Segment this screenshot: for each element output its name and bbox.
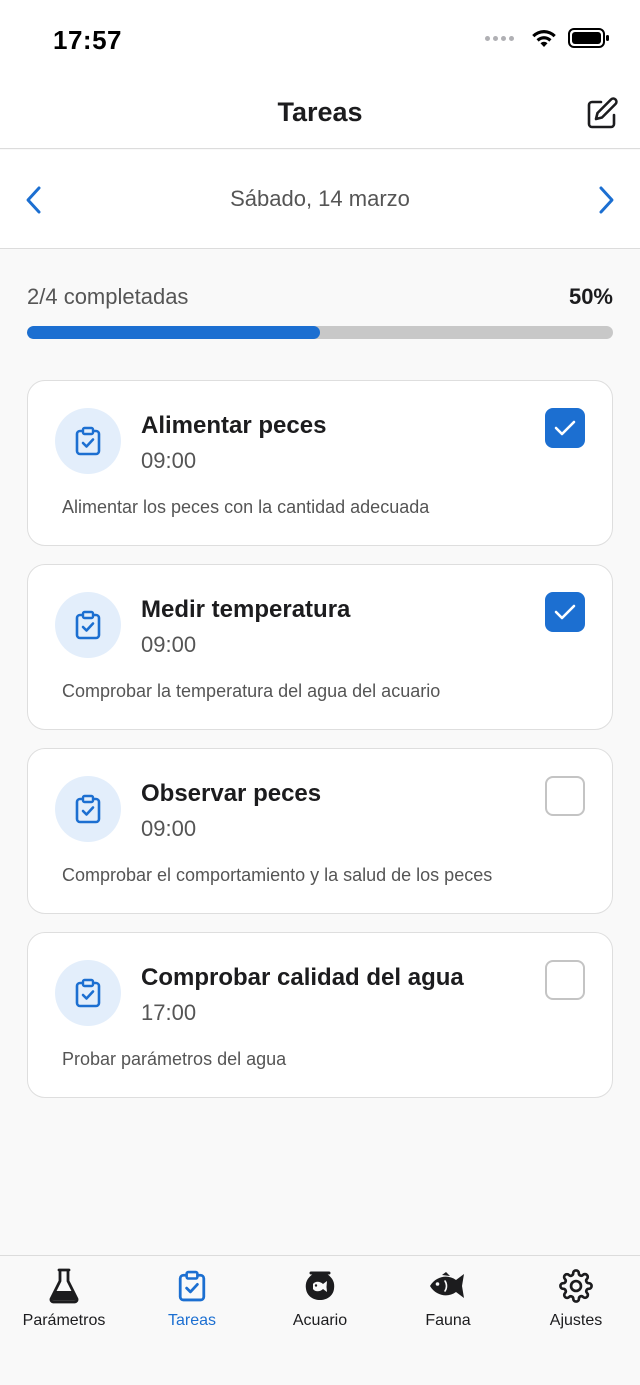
date-navigator: Sábado, 14 marzo xyxy=(0,150,640,249)
task-time: 09:00 xyxy=(141,632,197,657)
tab-label: Ajustes xyxy=(549,1312,603,1329)
fishbowl-icon xyxy=(305,1271,335,1300)
task-title: Comprobar calidad del agua xyxy=(141,964,464,991)
checkmark-icon xyxy=(554,420,576,436)
navigation-bar: Tareas xyxy=(0,80,640,149)
task-card[interactable]: Observar peces 09:00 Comprobar el compor… xyxy=(27,748,613,914)
tab-label: Tareas xyxy=(167,1312,217,1329)
task-time: 09:00 xyxy=(141,816,197,841)
signal-icon xyxy=(485,35,514,41)
edit-icon xyxy=(587,97,618,129)
task-time: 17:00 xyxy=(141,1000,197,1025)
task-icon-badge xyxy=(55,960,121,1026)
task-time: 09:00 xyxy=(141,448,197,473)
checkmark-icon xyxy=(554,604,576,620)
tab-tareas[interactable]: Tareas xyxy=(128,1268,256,1330)
page-title: Tareas xyxy=(277,97,363,127)
tab-acuario[interactable]: Acuario xyxy=(256,1268,384,1330)
wifi-icon xyxy=(532,30,556,47)
task-card[interactable]: Medir temperatura 09:00 Comprobar la tem… xyxy=(27,564,613,730)
tab-label: Parámetros xyxy=(22,1312,106,1329)
task-icon-badge xyxy=(55,592,121,658)
clipboard-check-icon xyxy=(75,978,101,1008)
task-title: Alimentar peces xyxy=(141,412,327,439)
next-day-button[interactable] xyxy=(592,184,620,216)
gear-icon xyxy=(559,1269,593,1303)
current-date: Sábado, 14 marzo xyxy=(230,186,410,211)
progress-bar-fill xyxy=(27,326,320,339)
task-card[interactable]: Alimentar peces 09:00 Alimentar los pece… xyxy=(27,380,613,546)
clipboard-check-icon xyxy=(75,794,101,824)
clipboard-check-icon xyxy=(178,1270,206,1302)
tasks-screen: 17:57 Tareas Sábado, 14 marzo 2/4 comple… xyxy=(0,0,640,1385)
fish-icon xyxy=(430,1272,464,1298)
task-icon-badge xyxy=(55,408,121,474)
task-description: Comprobar el comportamiento y la salud d… xyxy=(62,865,493,885)
tab-parametros[interactable]: Parámetros xyxy=(0,1268,128,1330)
battery-icon xyxy=(568,28,609,48)
task-checkbox[interactable] xyxy=(545,592,585,632)
clipboard-check-icon xyxy=(75,426,101,456)
tab-ajustes[interactable]: Ajustes xyxy=(512,1268,640,1330)
clipboard-check-icon xyxy=(75,610,101,640)
task-description: Alimentar los peces con la cantidad adec… xyxy=(62,497,430,517)
task-list: Alimentar peces 09:00 Alimentar los pece… xyxy=(27,380,613,1116)
task-card[interactable]: Comprobar calidad del agua 17:00 Probar … xyxy=(27,932,613,1098)
progress-percent: 50% xyxy=(568,284,613,309)
tab-label: Fauna xyxy=(425,1312,471,1329)
task-title: Medir temperatura xyxy=(141,596,351,623)
status-time: 17:57 xyxy=(53,25,122,55)
tab-fauna[interactable]: Fauna xyxy=(384,1268,512,1330)
progress-bar xyxy=(27,326,613,339)
edit-button[interactable] xyxy=(584,96,620,132)
task-icon-badge xyxy=(55,776,121,842)
task-description: Comprobar la temperatura del agua del ac… xyxy=(62,681,441,701)
task-title: Observar peces xyxy=(141,780,322,807)
task-checkbox[interactable] xyxy=(545,776,585,816)
task-description: Probar parámetros del agua xyxy=(62,1049,287,1069)
status-icons xyxy=(485,27,610,49)
progress-label: 2/4 completadas xyxy=(27,284,189,309)
tab-bar: Parámetros Tareas Acuario Fauna Ajustes xyxy=(0,1255,640,1385)
chevron-right-icon xyxy=(599,186,614,214)
task-checkbox[interactable] xyxy=(545,960,585,1000)
tab-label: Acuario xyxy=(292,1312,348,1329)
flask-icon xyxy=(49,1268,79,1304)
status-bar: 17:57 xyxy=(0,0,640,80)
task-checkbox[interactable] xyxy=(545,408,585,448)
